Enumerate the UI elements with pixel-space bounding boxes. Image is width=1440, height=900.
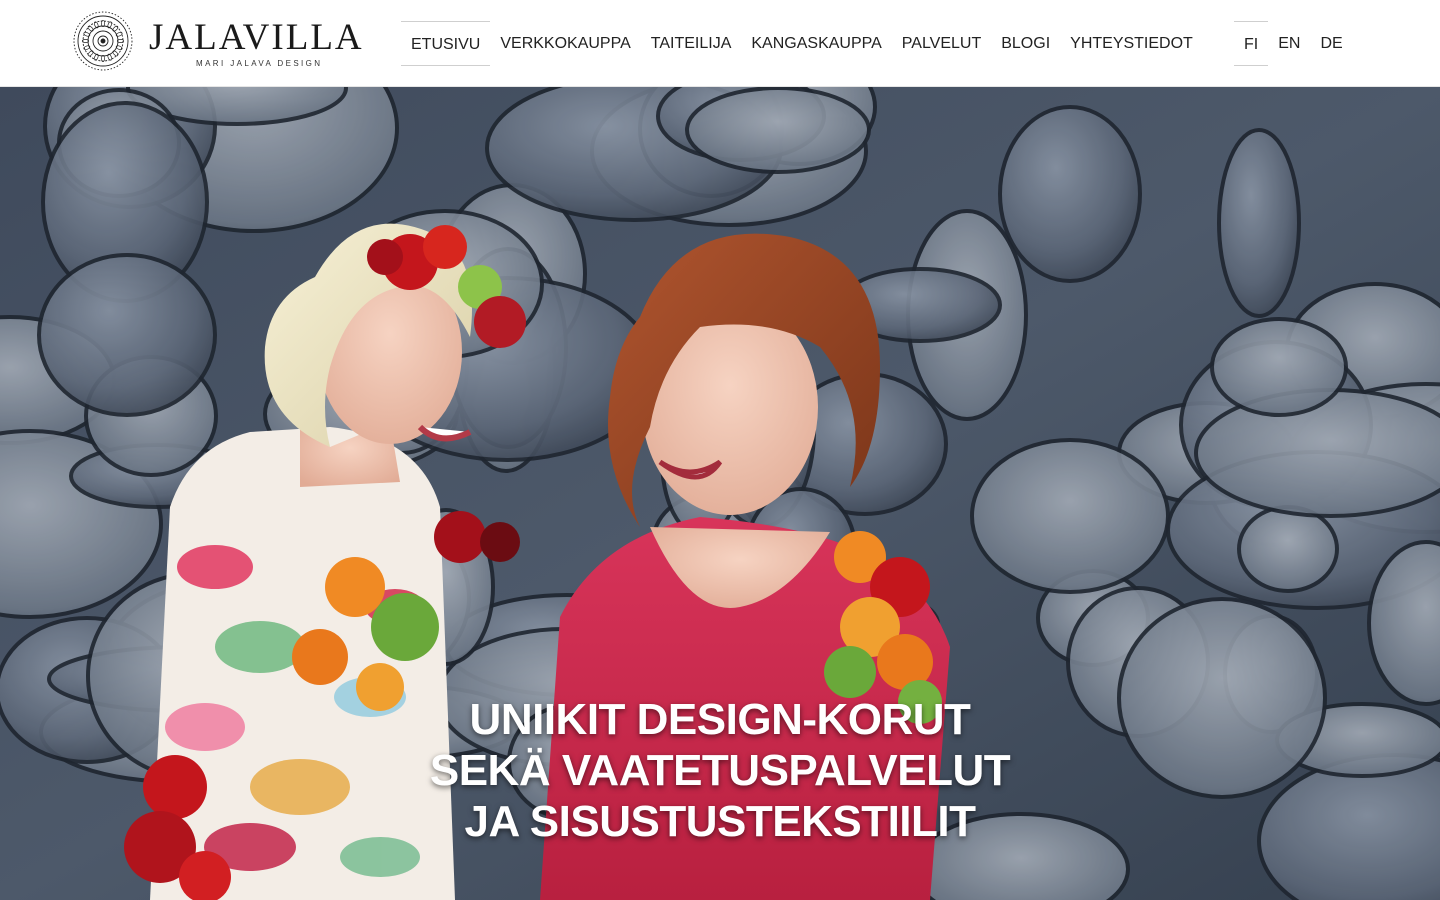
nav-item-kangaskauppa[interactable]: KANGASKAUPPA — [741, 21, 891, 66]
site-logo[interactable]: JALAVILLA MARI JALAVA DESIGN — [72, 10, 362, 72]
hero-line-1: UNIIKIT DESIGN-KORUT — [469, 695, 971, 744]
main-nav: ETUSIVU VERKKOKAUPPA TAITEILIJA KANGASKA… — [401, 21, 1203, 66]
language-switcher: FI EN DE — [1234, 21, 1353, 66]
site-header: JALAVILLA MARI JALAVA DESIGN ETUSIVU VER… — [0, 0, 1440, 87]
brand-tagline: MARI JALAVA DESIGN — [196, 59, 323, 68]
mandala-logo-icon — [73, 11, 133, 71]
nav-item-palvelut[interactable]: PALVELUT — [892, 21, 991, 66]
hero-line-2: SEKÄ VAATETUSPALVELUT — [429, 746, 1011, 795]
nav-item-yhteystiedot[interactable]: YHTEYSTIEDOT — [1060, 21, 1203, 66]
nav-item-verkkokauppa[interactable]: VERKKOKAUPPA — [490, 21, 640, 66]
brand-name: JALAVILLA — [149, 17, 364, 58]
hero-line-3: JA SISUSTUSTEKSTIILIT — [464, 797, 976, 846]
nav-item-blogi[interactable]: BLOGI — [991, 21, 1060, 66]
hero-banner: UNIIKIT DESIGN-KORUT SEKÄ VAATETUSPALVEL… — [0, 87, 1440, 900]
lang-en[interactable]: EN — [1268, 21, 1310, 66]
nav-item-taiteilija[interactable]: TAITEILIJA — [641, 21, 742, 66]
lang-de[interactable]: DE — [1310, 21, 1352, 66]
nav-item-etusivu[interactable]: ETUSIVU — [401, 21, 491, 66]
hero-headline: UNIIKIT DESIGN-KORUT SEKÄ VAATETUSPALVEL… — [0, 694, 1440, 847]
lang-fi[interactable]: FI — [1234, 21, 1269, 66]
